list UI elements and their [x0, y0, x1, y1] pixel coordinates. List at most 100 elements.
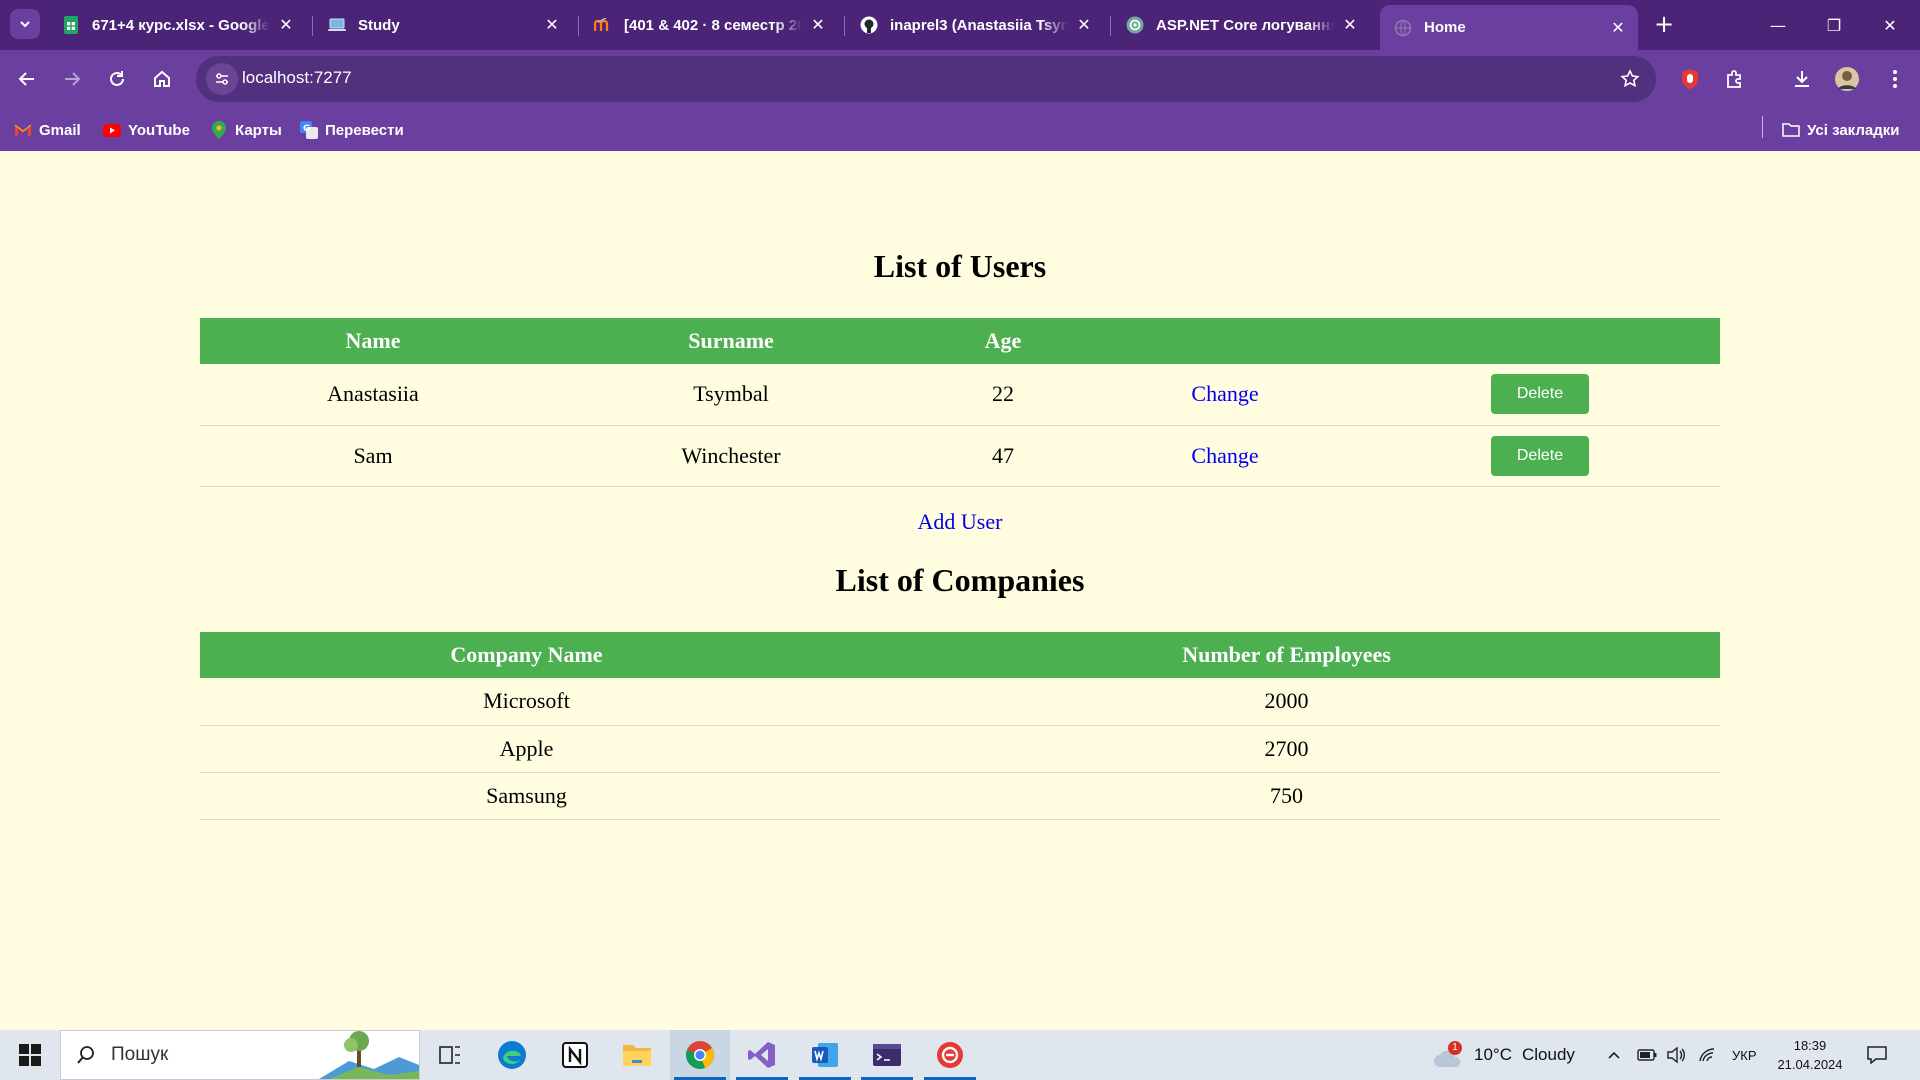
task-view-icon — [439, 1046, 460, 1064]
cell-employees: 2000 — [853, 678, 1720, 726]
window-close-button[interactable]: ✕ — [1862, 0, 1918, 50]
address-bar[interactable]: localhost:7277 — [196, 56, 1656, 102]
delete-button[interactable]: Delete — [1491, 374, 1589, 415]
visual-studio-icon — [748, 1042, 775, 1068]
home-icon — [154, 70, 170, 87]
search-icon — [75, 1044, 97, 1066]
users-header-row: Name Surname Age — [200, 318, 1720, 364]
tab-title: ASP.NET Core логування (Logging) — [1156, 16, 1334, 34]
tab-separator — [312, 16, 313, 36]
header-change — [1090, 318, 1360, 364]
change-link[interactable]: Change — [1191, 381, 1258, 406]
weather-condition: Cloudy — [1521, 1045, 1575, 1064]
url-text[interactable]: localhost:7277 — [242, 68, 352, 88]
taskbar-app-edge[interactable] — [482, 1030, 542, 1080]
battery-status[interactable] — [1637, 1030, 1657, 1080]
table-row: Sam Winchester 47 Change Delete — [200, 425, 1720, 487]
chevron-down-icon — [20, 21, 30, 28]
bookmark-gmail[interactable]: Gmail — [14, 118, 81, 142]
battery-icon — [1637, 1049, 1657, 1061]
close-icon[interactable]: ✕ — [1608, 18, 1628, 38]
close-icon[interactable]: ✕ — [808, 15, 828, 35]
cell-age: 22 — [916, 364, 1090, 426]
weather-alert-badge: 1 — [1448, 1041, 1462, 1055]
notification-icon — [1867, 1046, 1887, 1065]
browser-toolbar: localhost:7277 — [0, 50, 1920, 108]
language-indicator[interactable]: УКР — [1732, 1030, 1757, 1080]
close-icon[interactable]: ✕ — [1074, 15, 1094, 35]
new-tab-button[interactable]: + — [1650, 10, 1678, 38]
home-button[interactable] — [145, 62, 179, 96]
close-icon[interactable]: ✕ — [276, 15, 296, 35]
extensions-puzzle-icon[interactable] — [1720, 64, 1750, 94]
tab-separator — [578, 16, 579, 36]
tab-title: Study — [358, 16, 400, 34]
notifications-button[interactable] — [1866, 1030, 1888, 1080]
menu-kebab-icon[interactable] — [1880, 64, 1910, 94]
word-icon — [812, 1043, 838, 1067]
bookmark-star-icon[interactable] — [1618, 67, 1642, 91]
header-name: Name — [200, 318, 546, 364]
bookmark-translate[interactable]: G Перевести — [300, 118, 404, 142]
bookmark-label: Gmail — [39, 121, 81, 139]
clock-time: 18:39 — [1793, 1038, 1827, 1053]
taskbar-app-notion[interactable] — [545, 1030, 605, 1080]
site-info-icon[interactable] — [206, 63, 238, 95]
cell-employees: 2700 — [853, 725, 1720, 773]
task-view-button[interactable] — [420, 1030, 480, 1080]
cell-company-name: Apple — [200, 725, 853, 773]
tab-search-button[interactable] — [10, 9, 40, 39]
delete-button[interactable]: Delete — [1491, 435, 1589, 476]
restore-button[interactable]: ❐ — [1806, 0, 1862, 50]
start-button[interactable] — [0, 1030, 60, 1080]
weather-widget[interactable]: 1 10°C Cloudy — [1432, 1030, 1575, 1080]
cell-name: Sam — [200, 425, 546, 487]
tab-study[interactable]: Study ✕ — [314, 5, 572, 45]
change-link[interactable]: Change — [1191, 443, 1258, 468]
reload-button[interactable] — [100, 62, 134, 96]
bookmark-youtube[interactable]: YouTube — [103, 118, 190, 142]
users-table: Name Surname Age Anastasiia Tsymbal 22 C… — [200, 318, 1720, 487]
edge-icon — [498, 1041, 526, 1069]
close-icon[interactable]: ✕ — [542, 15, 562, 35]
taskbar-app-visual-studio[interactable] — [732, 1030, 792, 1080]
show-hidden-icons-button[interactable] — [1606, 1030, 1622, 1080]
tab-home-active[interactable]: Home ✕ — [1380, 5, 1638, 50]
folder-icon — [1782, 121, 1800, 139]
close-icon[interactable]: ✕ — [1340, 15, 1360, 35]
add-user-link[interactable]: Add User — [918, 509, 1003, 534]
minimize-button[interactable]: — — [1750, 0, 1806, 50]
bookmarks-separator — [1762, 116, 1763, 138]
profile-avatar-icon[interactable] — [1832, 64, 1862, 94]
header-delete — [1360, 318, 1720, 364]
tab-github[interactable]: inaprel3 (Anastasiia Tsymbal) ✕ — [846, 5, 1104, 45]
download-icon[interactable] — [1787, 64, 1817, 94]
tab-strip: 671+4 курс.xlsx - Google Таблиці ✕ Study… — [0, 0, 1920, 50]
system-clock[interactable]: 18:39 21.04.2024 — [1770, 1036, 1850, 1074]
header-surname: Surname — [546, 318, 916, 364]
folder-icon — [623, 1045, 651, 1066]
taskbar-search[interactable]: Пошук — [60, 1030, 420, 1080]
bookmark-maps[interactable]: Карты — [210, 118, 282, 142]
globe-icon — [1394, 19, 1412, 37]
volume-control[interactable] — [1666, 1030, 1686, 1080]
taskbar-app-explorer[interactable] — [607, 1030, 667, 1080]
taskbar-app-word[interactable] — [795, 1030, 855, 1080]
taskbar-app-red[interactable] — [920, 1030, 980, 1080]
all-bookmarks-button[interactable]: Усі закладки — [1782, 118, 1899, 142]
cell-company-name: Microsoft — [200, 678, 853, 726]
back-button[interactable] — [10, 62, 44, 96]
tab-title: 671+4 курс.xlsx - Google Таблиці — [92, 16, 270, 34]
tab-moodle[interactable]: [401 & 402 · 8 семестр 2024] ✕ — [580, 5, 838, 45]
tab-chatgpt[interactable]: ASP.NET Core логування (Logging) ✕ — [1112, 5, 1370, 45]
bookmark-label: YouTube — [128, 121, 190, 139]
network-status[interactable] — [1698, 1030, 1716, 1080]
taskbar-app-terminal[interactable] — [857, 1030, 917, 1080]
tab-sheets[interactable]: 671+4 курс.xlsx - Google Таблиці ✕ — [48, 5, 306, 45]
forward-button[interactable] — [55, 62, 89, 96]
restore-icon: ❐ — [1826, 15, 1842, 35]
chevron-up-icon — [1608, 1051, 1620, 1059]
extension-adblock-icon[interactable] — [1675, 64, 1705, 94]
youtube-icon — [103, 121, 121, 139]
taskbar-app-chrome[interactable] — [670, 1030, 730, 1080]
